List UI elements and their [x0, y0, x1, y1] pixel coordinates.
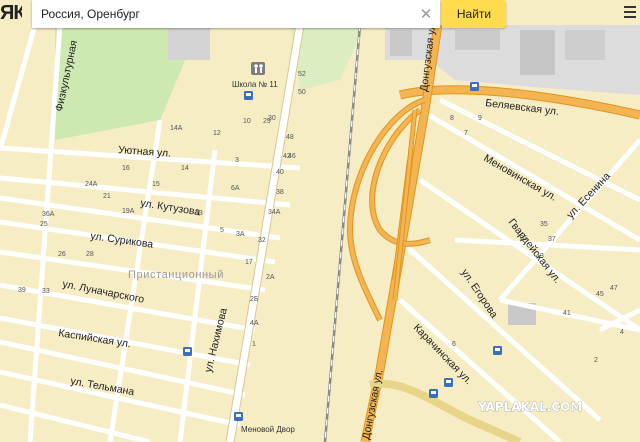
- building: [455, 30, 500, 50]
- map-canvas[interactable]: Физкультурная Уютная ул. ул. Кутузова ул…: [0, 0, 640, 442]
- house-number: 12: [213, 130, 221, 137]
- bus-stop-icon[interactable]: [493, 346, 502, 355]
- house-number: 3А: [236, 231, 245, 238]
- house-number: 2Б: [250, 296, 259, 303]
- house-number: 24А: [85, 181, 98, 188]
- house-number: 4: [620, 329, 624, 336]
- house-number: 33: [42, 288, 50, 295]
- house-number: 7: [464, 130, 468, 137]
- bus-stop-icon[interactable]: [444, 378, 453, 387]
- house-number: 13: [195, 210, 203, 217]
- house-number: 14А: [170, 125, 183, 132]
- poi-school-label[interactable]: Школа № 11: [232, 80, 278, 89]
- house-number: 48: [286, 134, 294, 141]
- house-number: 25: [40, 221, 48, 228]
- house-number: 43: [536, 253, 544, 260]
- house-number: 6А: [231, 185, 240, 192]
- house-number: 15: [152, 181, 160, 188]
- district-label: Пристанционный: [128, 269, 224, 281]
- house-number: 40: [276, 169, 284, 176]
- house-number: 36А: [42, 211, 55, 218]
- building: [520, 30, 555, 75]
- watermark: YAPLAKAL.COM: [477, 400, 582, 414]
- house-number: 28: [86, 251, 94, 258]
- house-number: 31: [520, 235, 528, 242]
- building: [390, 30, 412, 56]
- bus-stop-icon[interactable]: [183, 347, 192, 356]
- house-number: 37: [548, 236, 556, 243]
- search-bar: ✕: [32, 0, 440, 28]
- house-number: 10: [243, 118, 251, 125]
- house-number: 52: [298, 71, 306, 78]
- house-number: 32: [258, 237, 266, 244]
- search-input[interactable]: [32, 6, 413, 22]
- house-number: 41: [563, 310, 571, 317]
- house-number: 34А: [268, 209, 281, 216]
- house-number: 35: [540, 221, 548, 228]
- bus-stop-icon[interactable]: [429, 389, 438, 398]
- house-number: 45: [596, 291, 604, 298]
- house-number: 14: [181, 165, 189, 172]
- building: [168, 28, 210, 60]
- house-number: 42: [283, 153, 291, 160]
- house-number: 6: [452, 341, 456, 348]
- bus-stop-icon[interactable]: [470, 82, 479, 91]
- house-number: 4А: [250, 320, 259, 327]
- house-number: 38: [276, 189, 284, 196]
- close-icon[interactable]: ✕: [413, 5, 439, 23]
- house-number: 47: [610, 285, 618, 292]
- house-number: 9: [478, 115, 482, 122]
- building: [565, 30, 605, 60]
- house-number: 17: [245, 259, 253, 266]
- house-number: 19А: [122, 208, 135, 215]
- house-number: 29: [263, 118, 271, 125]
- bus-stop-icon[interactable]: [234, 412, 243, 421]
- bus-stop-icon[interactable]: [244, 91, 253, 100]
- house-number: 16: [122, 165, 130, 172]
- house-number: 1: [252, 341, 256, 348]
- poi-menovoy-dvor-label[interactable]: Меновой Двор: [241, 425, 295, 434]
- school-icon[interactable]: [251, 62, 265, 75]
- find-button[interactable]: Найти: [442, 0, 506, 28]
- logo[interactable]: ЯК: [0, 2, 22, 25]
- house-number: 21: [103, 193, 111, 200]
- menu-icon[interactable]: [624, 6, 636, 20]
- house-number: 39: [18, 287, 26, 294]
- house-number: 5: [220, 227, 224, 234]
- house-number: 50: [298, 89, 306, 96]
- house-number: 2: [594, 357, 598, 364]
- house-number: 2А: [266, 274, 275, 281]
- house-number: 3: [235, 157, 239, 164]
- house-number: 8: [450, 115, 454, 122]
- house-number: 26: [58, 251, 66, 258]
